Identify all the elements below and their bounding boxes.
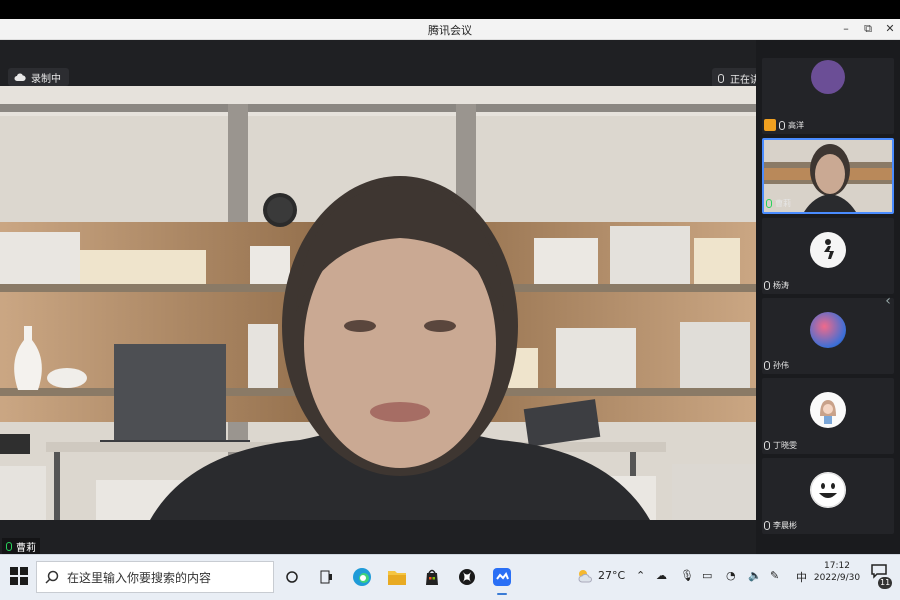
participant-list: 高洋 曹莉 杨涛 孙伟 丁晓雯 李晨彬 ‹	[756, 40, 900, 554]
windows-start-icon[interactable]	[8, 565, 30, 587]
participant-tile[interactable]: 李晨彬	[762, 458, 894, 534]
smiley-icon	[810, 472, 846, 508]
participant-tile[interactable]: 杨涛	[762, 218, 894, 294]
mic-tray-icon[interactable]: 🎙	[680, 569, 694, 582]
participant-namebar: 曹莉	[766, 198, 791, 209]
clock-time: 17:12	[824, 561, 850, 571]
task-view-icon[interactable]	[280, 565, 304, 589]
taskbar-clock[interactable]: 17:12 2022/9/30	[812, 560, 862, 584]
cloud-tray-icon[interactable]: ☁	[656, 569, 667, 582]
ime-indicator[interactable]: 中	[796, 569, 807, 585]
participant-tile[interactable]: 丁晓雯	[762, 378, 894, 454]
edge-browser-icon[interactable]	[350, 565, 374, 589]
xbox-icon[interactable]	[455, 565, 479, 589]
tencent-meeting-icon[interactable]	[490, 565, 514, 595]
participant-tile[interactable]: 曹莉	[762, 138, 894, 214]
participant-tile[interactable]: 高洋	[762, 58, 894, 134]
weather-temperature[interactable]: 27°C	[598, 569, 625, 582]
mic-icon	[764, 361, 770, 370]
mic-icon	[764, 441, 770, 450]
minimize-button[interactable]: –	[836, 21, 856, 37]
avatar	[811, 60, 845, 94]
participant-namebar: 丁晓雯	[764, 440, 797, 451]
search-placeholder: 在这里输入你要搜索的内容	[67, 570, 212, 585]
participant-name: 曹莉	[775, 199, 791, 208]
mic-icon	[764, 521, 770, 530]
widgets-icon[interactable]	[314, 565, 338, 589]
participant-tile[interactable]: 孙伟	[762, 298, 894, 374]
meeting-bottom-bar	[0, 520, 756, 554]
person-icon	[824, 239, 834, 259]
notification-badge: 11	[878, 577, 893, 589]
screen: 腾讯会议 – ⧉ ✕ 录制中 正在讲话: 曹莉 高洋 曹莉 杨涛 孙伟 丁晓雯 …	[0, 0, 900, 600]
participant-name: 杨涛	[773, 281, 789, 290]
notification-center[interactable]: 11	[870, 563, 893, 591]
avatar	[810, 472, 846, 508]
collapse-sidebar-button[interactable]: ‹	[880, 290, 896, 312]
clock-date: 2022/9/30	[813, 573, 861, 583]
recording-label: 录制中	[31, 73, 61, 85]
participant-name: 高洋	[788, 120, 804, 130]
mic-icon	[779, 120, 785, 130]
maximize-button[interactable]: ⧉	[858, 21, 878, 37]
main-speaker-name: 曹莉	[16, 542, 36, 554]
weather-icon[interactable]	[578, 569, 594, 583]
participant-namebar: 孙伟	[764, 360, 789, 371]
search-icon	[45, 570, 59, 584]
mic-active-icon	[6, 541, 12, 551]
mic-icon	[764, 281, 770, 290]
mic-icon	[718, 73, 724, 83]
network-icon[interactable]: ◔	[726, 569, 736, 582]
main-speaker-label: 曹莉	[2, 538, 40, 554]
window-titlebar: 腾讯会议 – ⧉ ✕	[0, 19, 900, 40]
participant-namebar: 李晨彬	[764, 520, 797, 531]
taskbar-search-box[interactable]: 在这里输入你要搜索的内容	[36, 561, 274, 593]
recording-indicator[interactable]: 录制中	[8, 68, 69, 86]
mic-active-icon	[766, 199, 772, 208]
participant-name: 李晨彬	[773, 521, 797, 530]
avatar	[810, 392, 846, 428]
windows-taskbar: 在这里输入你要搜索的内容 27°C ⌃ ☁ 🎙 ▭ ◔ 🔈 ✎ 中 17:12 …	[0, 554, 900, 600]
volume-icon[interactable]: 🔈	[748, 569, 762, 582]
meeting-main-area: 录制中 正在讲话: 曹莉	[0, 40, 807, 554]
user-badge-icon	[764, 119, 776, 131]
main-video[interactable]	[0, 86, 756, 520]
avatar	[810, 232, 846, 268]
girl-avatar-icon	[820, 400, 836, 424]
meeting-top-bar	[0, 40, 756, 86]
participant-name: 丁晓雯	[773, 441, 797, 450]
participant-name: 孙伟	[773, 361, 789, 370]
participant-namebar: 高洋	[764, 119, 804, 131]
chevron-up-icon[interactable]: ⌃	[636, 569, 645, 582]
file-explorer-icon[interactable]	[385, 565, 409, 589]
cloud-icon	[14, 72, 26, 81]
close-button[interactable]: ✕	[880, 21, 900, 37]
participant-namebar: 杨涛	[764, 280, 789, 291]
window-title: 腾讯会议	[428, 24, 472, 37]
store-icon[interactable]	[420, 565, 444, 589]
pen-icon[interactable]: ✎	[770, 569, 779, 582]
avatar	[810, 312, 846, 348]
battery-icon[interactable]: ▭	[702, 569, 712, 582]
video-frame	[0, 86, 756, 520]
